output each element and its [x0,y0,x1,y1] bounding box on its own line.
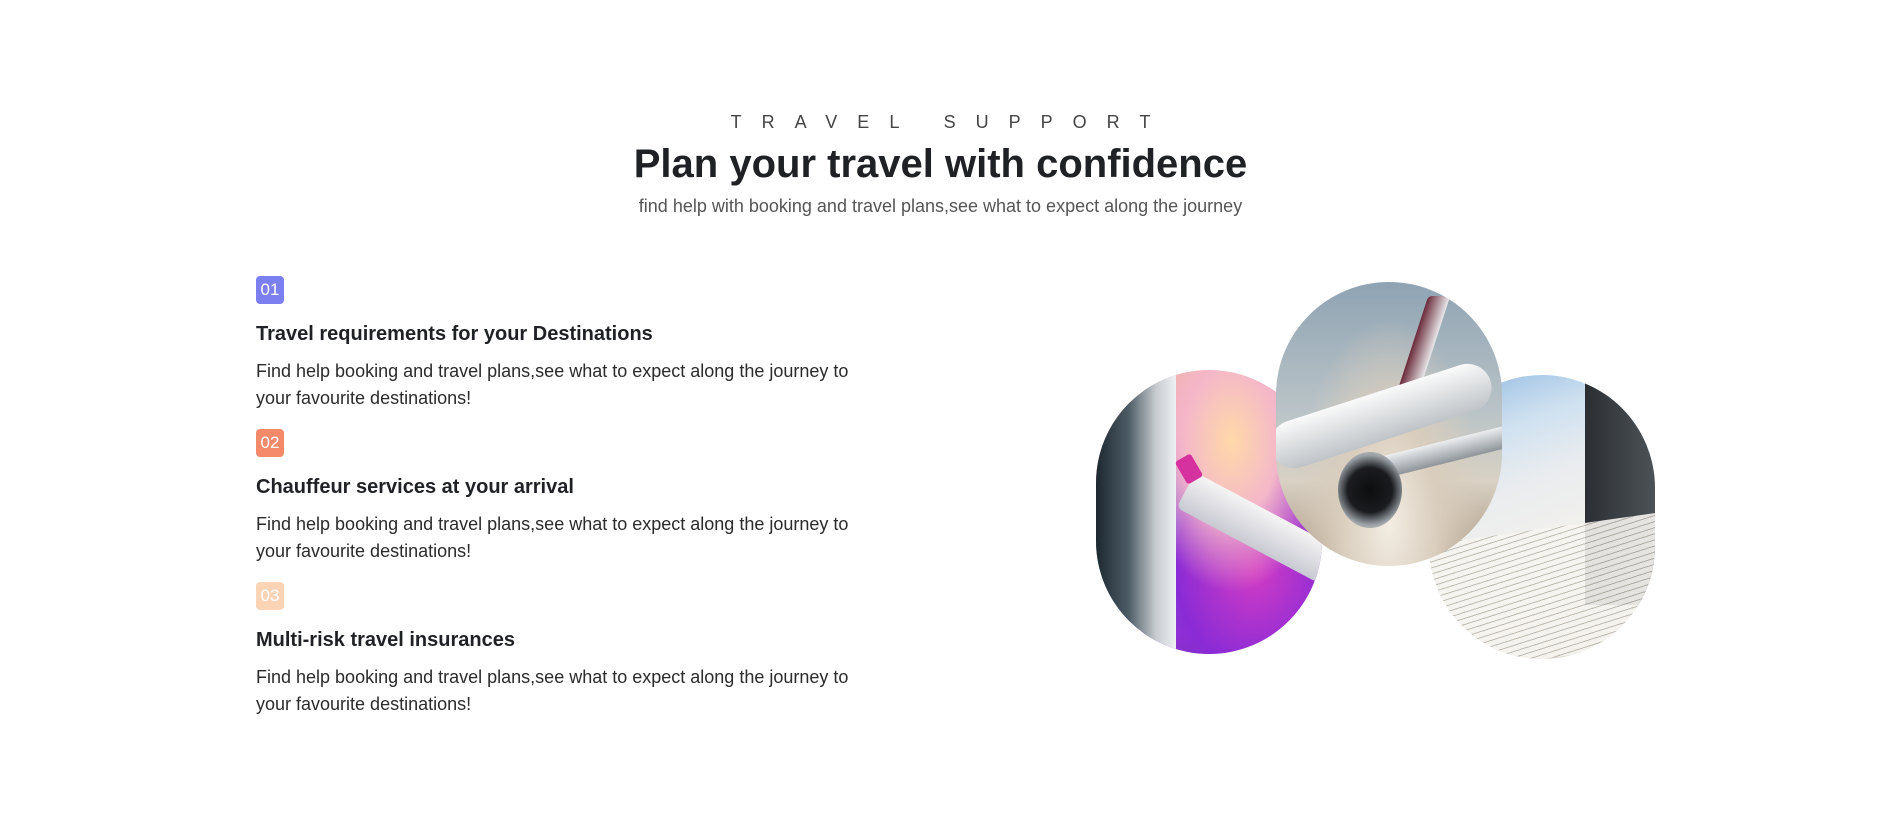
airplane-in-flight-image [1276,282,1502,566]
feature-title: Chauffeur services at your arrival [256,476,574,498]
eyebrow-label: TRAVEL SUPPORT [730,112,1171,132]
page-subtitle: find help with booking and travel plans,… [638,196,1243,216]
page-title: Plan your travel with confidence [633,142,1248,186]
feature-number-badge: 01 [256,276,284,304]
feature-description: Find help booking and travel plans,see w… [256,514,849,561]
image-collage [1096,282,1656,662]
feature-item-travel-requirements: 01 Travel requirements for your Destinat… [256,276,876,408]
feature-title: Multi-risk travel insurances [256,629,515,651]
feature-description: Find help booking and travel plans,see w… [256,361,849,408]
feature-title: Travel requirements for your Destination… [256,323,653,345]
feature-number-badge: 03 [256,582,284,610]
feature-number-badge: 02 [256,429,284,457]
window-frame-shape [1096,370,1176,654]
feature-item-chauffeur-services: 02 Chauffeur services at your arrival Fi… [256,429,876,561]
engine-shape [1338,452,1402,528]
feature-description: Find help booking and travel plans,see w… [256,667,849,714]
feature-item-travel-insurance: 03 Multi-risk travel insurances Find hel… [256,582,876,714]
